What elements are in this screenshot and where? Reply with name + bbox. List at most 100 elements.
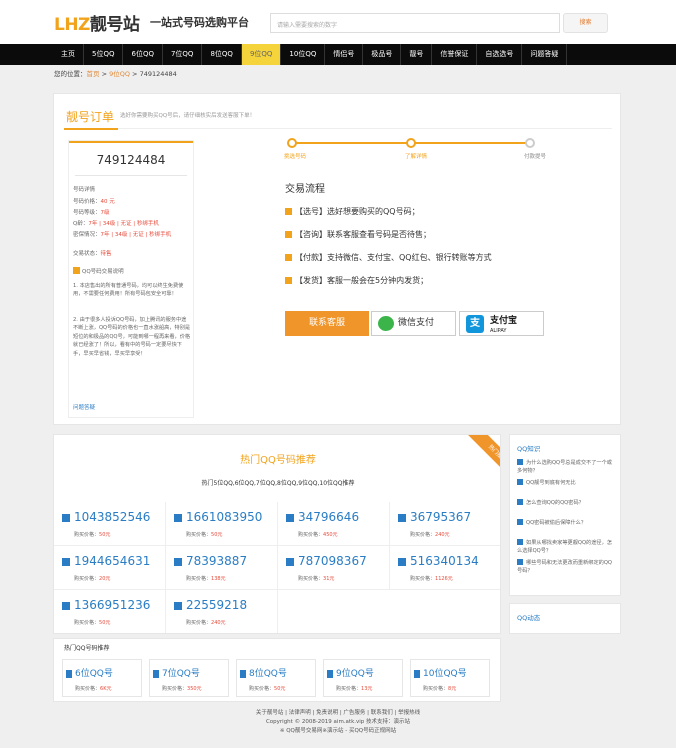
qq-number: 749124484 xyxy=(96,153,166,167)
article-icon xyxy=(517,559,523,565)
nav-item[interactable]: 9位QQ xyxy=(241,44,282,65)
number-icon xyxy=(62,558,70,566)
sidebar-item[interactable]: QQ靓号到底有何无比 xyxy=(517,479,617,487)
search-input[interactable]: 请输入需要搜索的数字 xyxy=(270,13,560,33)
type-box[interactable]: 10位QQ号 购买价格：8元 xyxy=(410,659,490,697)
number-value: 787098367 xyxy=(298,554,367,568)
flow-title: 交易流程 xyxy=(285,184,325,195)
breadcrumb-home[interactable]: 首页 xyxy=(87,70,100,78)
news-sidebar: QQ动态 xyxy=(509,603,621,634)
number-value: 22559218 xyxy=(186,598,248,612)
article-icon xyxy=(517,499,523,505)
detail-row: 号码等级：7级 xyxy=(73,210,110,216)
type-title: 热门QQ号码推荐 xyxy=(64,645,110,652)
footer-links[interactable]: 关于靓号站 | 法律声明 | 免责说明 | 广告服务 | 联系我们 | 举报热线 xyxy=(0,709,676,718)
type-icon xyxy=(66,670,72,678)
wechat-pay-button[interactable]: 微信支付 xyxy=(371,311,456,336)
checkbox-icon xyxy=(285,231,292,238)
number-value: 1944654631 xyxy=(74,554,151,568)
detail-row: 密保情况：7年 | 34级 | 无证 | 秒绑手机 xyxy=(73,232,172,238)
knowledge-sidebar: QQ知识 为什么选购QQ号总是成交不了一个或多何物？ QQ靓号到底有何无比 怎么查询… xyxy=(509,434,621,596)
type-box[interactable]: 9位QQ号购买价格：13元 xyxy=(323,659,403,697)
nav-item[interactable]: 极品号 xyxy=(363,44,402,65)
alipay-icon: 支 xyxy=(466,315,484,333)
type-icon xyxy=(327,670,333,678)
card-divider xyxy=(75,175,187,176)
sidebar-item[interactable]: 如果从哪找卖家等更靓QQ的途径，怎么选择QQ号？ xyxy=(517,539,617,555)
type-name: 9位QQ号 xyxy=(336,669,374,679)
step-label: 挑选号码 xyxy=(284,154,307,160)
number-price: 购买价格：138元 xyxy=(186,576,226,582)
number-cell[interactable]: 22559218 购买价格：240元 xyxy=(166,590,278,633)
checkbox-icon xyxy=(285,208,292,215)
type-box[interactable]: 6位QQ号 购买价格：6K元 xyxy=(62,659,142,697)
site-logo[interactable]: LHZ靓号站 xyxy=(54,10,140,35)
checkbox-icon xyxy=(73,267,80,274)
nav-item[interactable]: 10位QQ xyxy=(281,44,326,65)
type-price: 购买价格：50元 xyxy=(249,686,286,692)
nav-item[interactable]: 主页 xyxy=(53,44,84,65)
type-price: 购买价格：13元 xyxy=(336,686,373,692)
flow-step: 【选号】选好想要购买的QQ号码； xyxy=(285,206,420,217)
number-value: 1043852546 xyxy=(74,510,151,524)
breadcrumb: 您的位置：首页 > 9位QQ > 749124484 xyxy=(54,70,177,78)
faq-link[interactable]: 问题答疑 xyxy=(73,403,95,411)
type-price: 购买价格：350元 xyxy=(162,686,202,692)
main-nav: 主页 5位QQ 6位QQ 7位QQ 8位QQ 9位QQ 10位QQ 情侣号 极品号 靓号 信誉保证自… xyxy=(0,44,676,65)
detail-row: 交易状态：待售 xyxy=(73,251,112,257)
article-icon xyxy=(517,459,523,465)
nav-item[interactable]: 信誉保证 xyxy=(432,44,478,65)
sidebar-item[interactable]: 怎么查询QQ的QQ密码？ xyxy=(517,499,617,507)
number-price: 购买价格：1126元 xyxy=(410,576,453,582)
nav-item[interactable]: 8位QQ xyxy=(202,44,242,65)
number-cell[interactable]: 516340134 购买价格：1126元 xyxy=(390,546,500,590)
checkbox-icon xyxy=(285,277,292,284)
number-icon xyxy=(398,558,406,566)
number-cell[interactable]: 1366951236 购买价格：50元 xyxy=(54,590,166,633)
nav-item[interactable]: 情侣号 xyxy=(325,44,364,65)
sidebar-item[interactable]: 哪些号码和无法更改而重新绑定的QQ号码？ xyxy=(517,559,617,575)
flow-step: 【付款】支持微信、支付宝、QQ红包、银行转账等方式 xyxy=(285,252,492,263)
sidebar-item[interactable]: 为什么选购QQ号总是成交不了一个或多何物？ xyxy=(517,459,617,475)
nav-item[interactable]: 自选选号 xyxy=(477,44,523,65)
breadcrumb-category[interactable]: 9位QQ xyxy=(109,70,130,78)
number-cell[interactable]: 36795367 购买价格：240元 xyxy=(390,502,500,546)
nav-item[interactable]: 靓号 xyxy=(401,44,433,65)
type-icon xyxy=(414,670,420,678)
type-name: 8位QQ号 xyxy=(249,669,287,679)
nav-item[interactable]: 问题答疑 xyxy=(522,44,568,65)
number-cell[interactable]: 34796646 购买价格：450元 xyxy=(278,502,390,546)
number-price: 购买价格：450元 xyxy=(298,532,338,538)
number-icon xyxy=(174,558,182,566)
flow-step: 【咨询】联系客服查看号码是否待售； xyxy=(285,229,431,240)
number-value: 1366951236 xyxy=(74,598,151,612)
nav-item[interactable]: 7位QQ xyxy=(163,44,203,65)
step-dot xyxy=(406,138,416,148)
number-card: 749124484 号码详情 号码价格：40 元 号码等级：7级 Q龄：7年 |… xyxy=(68,140,194,418)
breadcrumb-current: 749124484 xyxy=(139,70,177,78)
number-cell[interactable]: 787098367 购买价格：31元 xyxy=(278,546,390,590)
number-cell[interactable]: 1661083950 购买价格：50元 xyxy=(166,502,278,546)
type-box[interactable]: 7位QQ号 购买价格：350元 xyxy=(149,659,229,697)
number-cell[interactable]: 1043852546 购买价格：50元 xyxy=(54,502,166,546)
sidebar-item[interactable]: QQ密码被偷后保障什么？ xyxy=(517,519,617,527)
number-icon xyxy=(62,514,70,522)
site-header: LHZ靓号站 一站式号码选购平台 请输入需要搜索的数字 搜索 xyxy=(0,0,676,44)
type-box[interactable]: 8位QQ号购买价格：50元 xyxy=(236,659,316,697)
detail-row: 号码价格：40 元 xyxy=(73,199,115,205)
search-button[interactable]: 搜索 xyxy=(563,13,608,33)
nav-item[interactable]: 6位QQ xyxy=(123,44,163,65)
number-price: 购买价格：31元 xyxy=(298,576,335,582)
article-icon xyxy=(517,479,523,485)
footer-copyright: Copyright © 2008-2019 aim.atk.vip 技术支持：演… xyxy=(265,719,411,725)
recommend-subtitle: 热门5位QQ,6位QQ,7位QQ,8位QQ,9位QQ,10位QQ推荐 xyxy=(201,480,355,487)
number-cell[interactable]: 78393887 购买价格：138元 xyxy=(166,546,278,590)
site-footer: 关于靓号站 | 法律声明 | 免责说明 | 广告服务 | 联系我们 | 举报热线… xyxy=(0,709,676,736)
number-icon xyxy=(286,514,294,522)
alipay-button[interactable]: 支支付宝 ALIPAY xyxy=(459,311,544,336)
contact-service-button[interactable]: 联系客服 xyxy=(285,311,369,336)
number-cell[interactable]: 1944654631 购买价格：20元 xyxy=(54,546,166,590)
nav-item[interactable]: 5位QQ xyxy=(84,44,124,65)
number-icon xyxy=(398,514,406,522)
step-dot xyxy=(287,138,297,148)
